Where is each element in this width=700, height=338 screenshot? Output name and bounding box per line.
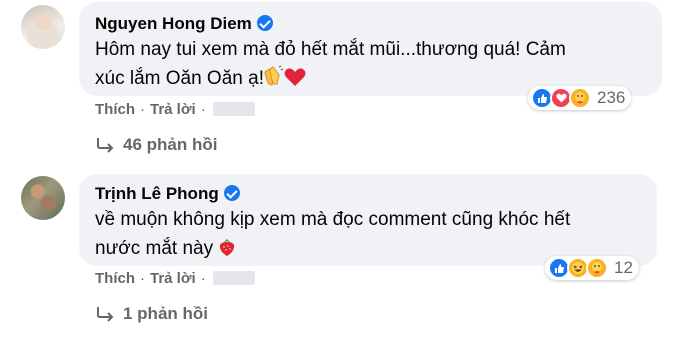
reaction-count: 12 [614, 258, 633, 277]
author-name[interactable]: Nguyen Hong Diem [95, 14, 252, 33]
reply-arrow-icon [97, 138, 114, 153]
timestamp-redacted [212, 102, 255, 116]
reply-arrow-icon [97, 307, 114, 322]
care-reaction-icon [586, 257, 608, 279]
separator: · [140, 270, 145, 287]
separator: · [140, 101, 145, 118]
red-heart-icon [284, 67, 306, 96]
clapping-hands-icon [264, 64, 284, 96]
view-replies-button[interactable]: 1 phản hồi [95, 304, 208, 324]
reaction-count: 236 [597, 88, 626, 107]
comment-author[interactable]: Nguyen Hong Diem [95, 14, 273, 34]
comment-text-line: Hôm nay tui xem mà đỏ hết mắt mũi...thươ… [95, 39, 566, 60]
comment-text-line: nước mắt này [95, 238, 214, 259]
reaction-summary[interactable]: 12 [545, 256, 639, 280]
view-replies-button[interactable]: 46 phản hồi [95, 135, 217, 155]
comment-text-line: về muộn không kịp xem mà đọc comment cũn… [95, 209, 571, 230]
like-button[interactable]: Thích [95, 101, 135, 118]
verified-badge-icon [256, 15, 273, 31]
comment-bubble: Trịnh Lê Phong về muộn không kịp xem mà … [79, 174, 657, 266]
care-reaction-icon [569, 87, 591, 109]
strawberry-icon [218, 237, 236, 266]
comment-text-line: xúc lắm Oăn Oăn ạ! [95, 68, 264, 89]
reaction-summary[interactable]: 236 [528, 86, 632, 110]
comment-actions: Thích · Trả lời · [95, 270, 255, 287]
reply-button[interactable]: Trả lời [150, 270, 196, 287]
comment-actions: Thích · Trả lời · [95, 101, 255, 118]
author-name[interactable]: Trịnh Lê Phong [95, 184, 219, 203]
verified-badge-icon [223, 185, 240, 201]
avatar-trinh-le-phong[interactable] [21, 176, 65, 220]
separator: · [200, 101, 206, 118]
comment-author[interactable]: Trịnh Lê Phong [95, 184, 240, 204]
avatar-nguyen-hong-diem[interactable] [21, 5, 65, 49]
timestamp-redacted [212, 271, 255, 285]
separator: · [200, 270, 206, 287]
replies-count-label[interactable]: 46 phản hồi [123, 135, 217, 155]
replies-count-label[interactable]: 1 phản hồi [123, 304, 208, 324]
reply-button[interactable]: Trả lời [150, 101, 196, 118]
comment-bubble: Nguyen Hong Diem Hôm nay tui xem mà đỏ h… [79, 2, 662, 96]
like-button[interactable]: Thích [95, 270, 135, 287]
